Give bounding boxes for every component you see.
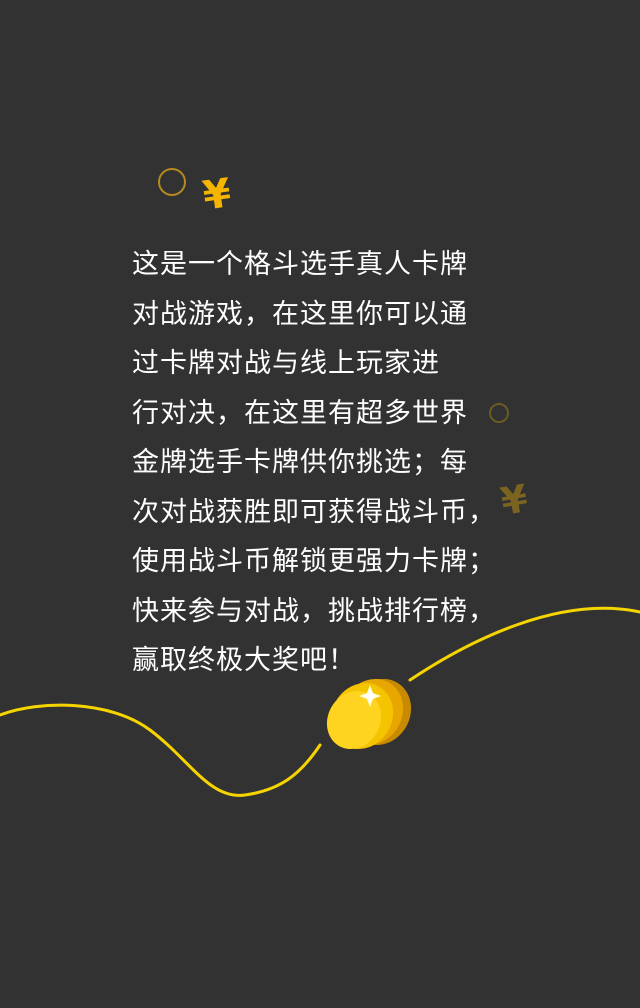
intro-paragraph: 这是一个格斗选手真人卡牌 对战游戏，在这里你可以通 过卡牌对战与线上玩家进 行对… <box>132 240 532 686</box>
small-circle-icon <box>158 168 186 196</box>
paragraph-line: 这是一个格斗选手真人卡牌 <box>132 249 468 280</box>
paragraph-line: 快来参与对战，挑战排行榜， <box>132 595 496 627</box>
paragraph-line: 行对决，在这里有超多世界 <box>132 397 468 429</box>
paragraph-line: 赢取终极大奖吧！ <box>132 645 356 676</box>
paragraph-line: 过卡牌对战与线上玩家进 <box>132 348 440 379</box>
paragraph-line: 对战游戏，在这里你可以通 <box>132 298 468 330</box>
yen-icon: ¥ <box>199 170 234 220</box>
paragraph-line: 次对战获胜即可获得战斗币， <box>132 496 496 528</box>
paragraph-line: 金牌选手卡牌供你挑选；每 <box>132 447 468 478</box>
paragraph-line: 使用战斗币解锁更强力卡牌； <box>132 546 496 577</box>
intro-screen: ¥ ¥ 这是一个格斗选手真人卡牌 对战游戏，在这里你可以通 过卡牌对战与线上玩家… <box>0 0 640 1008</box>
